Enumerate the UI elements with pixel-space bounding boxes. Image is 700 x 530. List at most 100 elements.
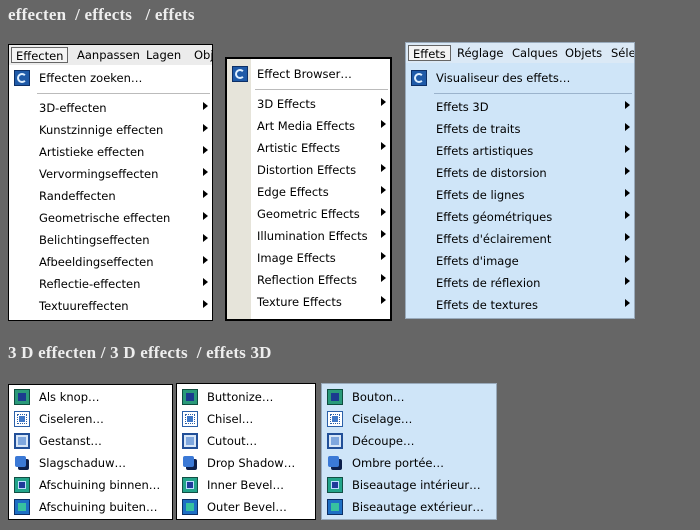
menu-item-chisel[interactable]: Ciselage… bbox=[322, 408, 496, 430]
menu-item-geometric[interactable]: Geometrische effecten bbox=[9, 208, 212, 228]
submenu-arrow-icon bbox=[625, 189, 630, 197]
menu-selections[interactable]: Sélec bbox=[607, 45, 634, 61]
menu-item-texture[interactable]: Effets de textures bbox=[406, 295, 634, 315]
menu-item-edge[interactable]: Edge Effects bbox=[227, 182, 390, 202]
menu-item-chisel[interactable]: Ciseleren… bbox=[9, 408, 172, 430]
menu-item-cutout[interactable]: Cutout… bbox=[177, 430, 315, 452]
menu-item-reflection[interactable]: Reflection Effects bbox=[227, 270, 390, 290]
menu-objets[interactable]: Objets bbox=[561, 45, 606, 61]
chisel-icon bbox=[327, 411, 343, 427]
cutout-icon bbox=[14, 433, 30, 449]
menu-item-artistic[interactable]: Effets artistiques bbox=[406, 141, 634, 161]
menu-effets[interactable]: Effets bbox=[408, 45, 451, 61]
menu-reglage[interactable]: Réglage bbox=[453, 45, 507, 61]
menu-calques[interactable]: Calques bbox=[508, 45, 562, 61]
menu-item-drop-shadow[interactable]: Ombre portée… bbox=[322, 452, 496, 474]
inner-bevel-icon bbox=[14, 477, 30, 493]
menu-item-distortion[interactable]: Vervormingseffecten bbox=[9, 164, 212, 184]
menu-item-outer-bevel[interactable]: Biseautage extérieur… bbox=[322, 496, 496, 518]
chisel-icon bbox=[182, 411, 198, 427]
submenu-arrow-icon bbox=[203, 190, 208, 198]
menu-item-edge[interactable]: Randeffecten bbox=[9, 186, 212, 206]
menu-item-3d[interactable]: 3D Effects bbox=[227, 94, 390, 114]
menu-item-3d[interactable]: Effets 3D bbox=[406, 97, 634, 117]
submenu-arrow-icon bbox=[381, 164, 386, 172]
menu-item-buttonize[interactable]: Bouton… bbox=[322, 386, 496, 408]
menu-item-inner-bevel[interactable]: Afschuining binnen… bbox=[9, 474, 172, 496]
menu-item-cutout[interactable]: Gestanst… bbox=[9, 430, 172, 452]
submenu-arrow-icon bbox=[203, 300, 208, 308]
effect-browser-icon bbox=[411, 70, 427, 86]
submenu-arrow-icon bbox=[381, 142, 386, 150]
menu-item-reflection[interactable]: Reflectie-effecten bbox=[9, 274, 212, 294]
outer-bevel-icon bbox=[14, 499, 30, 515]
submenu-arrow-icon bbox=[381, 252, 386, 260]
menu-item-drop-shadow[interactable]: Drop Shadow… bbox=[177, 452, 315, 474]
menu-item-artistic[interactable]: Artistieke effecten bbox=[9, 142, 212, 162]
buttonize-icon bbox=[327, 389, 343, 405]
dutch-3d-submenu: Als knop… Ciseleren… Gestanst… Slagschad… bbox=[8, 384, 173, 520]
separator bbox=[255, 89, 388, 90]
menu-item-chisel[interactable]: Chisel… bbox=[177, 408, 315, 430]
drop-shadow-icon bbox=[14, 455, 30, 471]
menu-item-reflection[interactable]: Effets de réflexion bbox=[406, 273, 634, 293]
submenu-arrow-icon bbox=[203, 212, 208, 220]
inner-bevel-icon bbox=[327, 477, 343, 493]
menu-item-image[interactable]: Image Effects bbox=[227, 248, 390, 268]
dutch-menubar: Effecten Aanpassen Lagen Obj bbox=[9, 45, 212, 65]
submenu-arrow-icon bbox=[203, 278, 208, 286]
menu-item-outer-bevel[interactable]: Afschuining buiten… bbox=[9, 496, 172, 518]
menu-item-drop-shadow[interactable]: Slagschaduw… bbox=[9, 452, 172, 474]
english-3d-submenu: Buttonize… Chisel… Cutout… Drop Shadow… … bbox=[176, 383, 316, 520]
submenu-arrow-icon bbox=[381, 296, 386, 304]
menu-item-texture[interactable]: Texture Effects bbox=[227, 292, 390, 312]
menu-item-edge[interactable]: Effets de lignes bbox=[406, 185, 634, 205]
chisel-icon bbox=[14, 411, 30, 427]
separator bbox=[37, 93, 210, 94]
menu-item-cutout[interactable]: Découpe… bbox=[322, 430, 496, 452]
menu-item-image[interactable]: Afbeeldingseffecten bbox=[9, 252, 212, 272]
submenu-arrow-icon bbox=[203, 234, 208, 242]
drop-shadow-icon bbox=[327, 455, 343, 471]
menu-aanpassen[interactable]: Aanpassen bbox=[73, 47, 144, 63]
submenu-arrow-icon bbox=[625, 299, 630, 307]
menu-effecten[interactable]: Effecten bbox=[11, 47, 69, 63]
menu-objecten[interactable]: Obj bbox=[190, 47, 212, 63]
effect-browser-icon bbox=[14, 70, 30, 86]
english-effects-menu: Effect Browser… 3D Effects Art Media Eff… bbox=[225, 57, 392, 321]
drop-shadow-icon bbox=[182, 455, 198, 471]
menu-item-effect-browser[interactable]: Effect Browser… bbox=[227, 64, 390, 84]
menu-item-distortion[interactable]: Distortion Effects bbox=[227, 160, 390, 180]
menu-item-outer-bevel[interactable]: Outer Bevel… bbox=[177, 496, 315, 518]
submenu-arrow-icon bbox=[625, 233, 630, 241]
menu-item-illumination[interactable]: Effets d'éclairement bbox=[406, 229, 634, 249]
submenu-arrow-icon bbox=[203, 124, 208, 132]
menu-item-art-media[interactable]: Art Media Effects bbox=[227, 116, 390, 136]
french-effects-menu: Effets Réglage Calques Objets Sélec Visu… bbox=[405, 42, 635, 319]
menu-item-art-media[interactable]: Effets de traits bbox=[406, 119, 634, 139]
menu-item-effect-browser[interactable]: Visualiseur des effets… bbox=[406, 68, 634, 88]
menu-item-artistic[interactable]: Artistic Effects bbox=[227, 138, 390, 158]
menu-lagen[interactable]: Lagen bbox=[142, 47, 185, 63]
menu-item-illumination[interactable]: Belichtingseffecten bbox=[9, 230, 212, 250]
menu-item-inner-bevel[interactable]: Inner Bevel… bbox=[177, 474, 315, 496]
menu-item-image[interactable]: Effets d'image bbox=[406, 251, 634, 271]
menu-item-geometric[interactable]: Geometric Effects bbox=[227, 204, 390, 224]
menu-item-3d[interactable]: 3D-effecten bbox=[9, 98, 212, 118]
menu-item-buttonize[interactable]: Buttonize… bbox=[177, 386, 315, 408]
submenu-arrow-icon bbox=[625, 123, 630, 131]
menu-item-buttonize[interactable]: Als knop… bbox=[9, 386, 172, 408]
submenu-arrow-icon bbox=[381, 120, 386, 128]
menu-item-distortion[interactable]: Effets de distorsion bbox=[406, 163, 634, 183]
submenu-arrow-icon bbox=[625, 255, 630, 263]
menu-item-inner-bevel[interactable]: Biseautage intérieur… bbox=[322, 474, 496, 496]
heading-3d-effects: 3 D effecten / 3 D effects / effets 3D bbox=[8, 343, 272, 362]
menu-item-texture[interactable]: Textuureffecten bbox=[9, 296, 212, 316]
submenu-arrow-icon bbox=[625, 145, 630, 153]
menu-item-geometric[interactable]: Effets géométriques bbox=[406, 207, 634, 227]
submenu-arrow-icon bbox=[381, 274, 386, 282]
menu-item-illumination[interactable]: Illumination Effects bbox=[227, 226, 390, 246]
submenu-arrow-icon bbox=[203, 146, 208, 154]
menu-item-effect-browser[interactable]: Effecten zoeken… bbox=[9, 68, 212, 88]
menu-item-art-media[interactable]: Kunstzinnige effecten bbox=[9, 120, 212, 140]
